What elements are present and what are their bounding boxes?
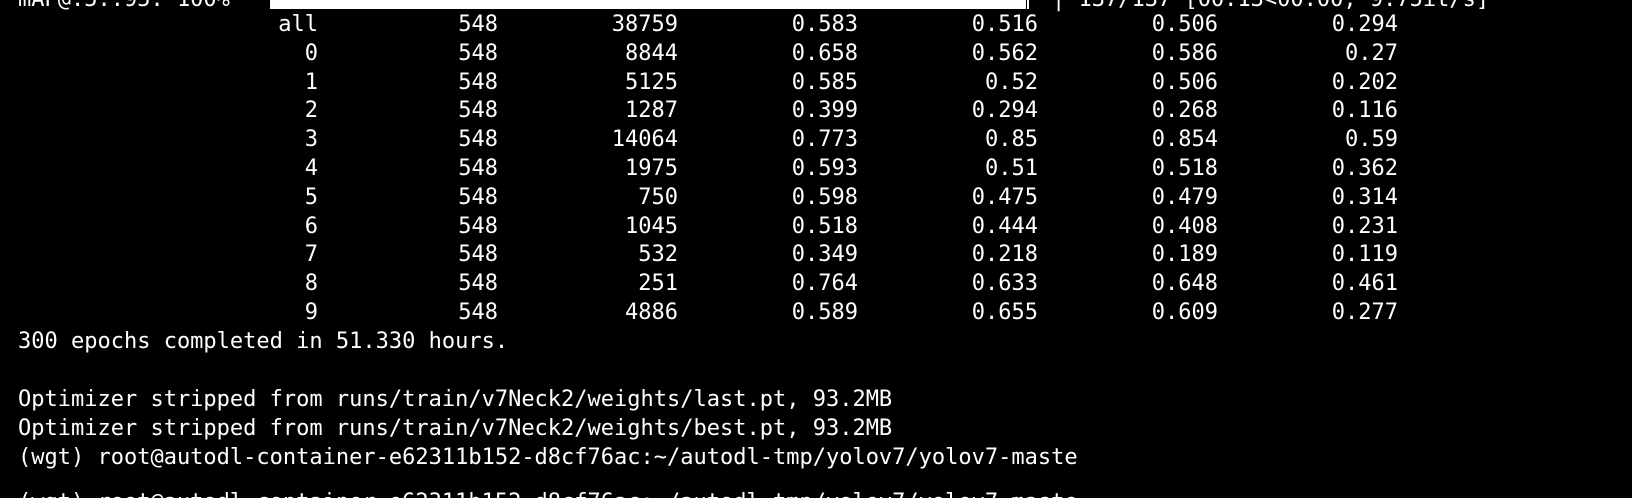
progress-line: mAP@.5:.95: 100% | 137/137 [00:13<00:00,… <box>0 0 1489 15</box>
images-cell: 548 <box>458 300 498 325</box>
map50-cell: 0.268 <box>1151 98 1218 124</box>
class-cell: 7 <box>304 242 318 268</box>
labels-cell: 14064 <box>611 127 678 153</box>
precision-cell: 0.773 <box>791 127 858 153</box>
images-cell: 548 <box>458 184 498 210</box>
class-cell: 2 <box>304 98 318 124</box>
labels-cell: 1045 <box>625 213 678 239</box>
class-cell: 9 <box>304 300 318 325</box>
map50-cell: 0.479 <box>1151 184 1218 210</box>
precision-cell: 0.349 <box>791 242 858 268</box>
images-cell: 548 <box>458 69 498 95</box>
map50-95-cell: 0.116 <box>1331 98 1398 124</box>
labels-cell: 1975 <box>625 156 678 181</box>
class-cell: 0 <box>304 40 318 66</box>
progress-bar-fill <box>270 0 1026 9</box>
images-cell: 548 <box>458 242 498 268</box>
shell-prompt-partial: (wgt) root@autodl-container-e62311b152-d… <box>18 488 1078 498</box>
recall-cell: 0.444 <box>971 213 1038 239</box>
map50-cell: 0.408 <box>1151 213 1218 239</box>
map50-95-cell: 0.27 <box>1345 40 1398 66</box>
recall-cell: 0.85 <box>985 127 1038 153</box>
recall-cell: 0.475 <box>971 184 1038 210</box>
labels-cell: 532 <box>638 242 678 268</box>
class-cell: 1 <box>304 69 318 95</box>
recall-cell: 0.218 <box>971 242 1038 268</box>
map50-cell: 0.189 <box>1151 242 1218 268</box>
recall-cell: 0.516 <box>971 12 1038 37</box>
map50-cell: 0.506 <box>1151 12 1218 37</box>
class-cell: all <box>278 12 318 37</box>
map50-95-cell: 0.59 <box>1345 127 1398 153</box>
map50-95-cell: 0.119 <box>1331 242 1398 268</box>
recall-cell: 0.51 <box>985 156 1038 181</box>
recall-cell: 0.52 <box>985 69 1038 95</box>
class-cell: 3 <box>304 127 318 153</box>
precision-cell: 0.583 <box>791 12 858 37</box>
labels-cell: 8844 <box>625 40 678 66</box>
labels-cell: 1287 <box>625 98 678 124</box>
precision-cell: 0.764 <box>791 271 858 297</box>
epochs-completed-message: 300 epochs completed in 51.330 hours. <box>18 329 509 354</box>
terminal-window[interactable]: mAP@.5:.95: 100% | 137/137 [00:13<00:00,… <box>0 0 1632 498</box>
map50-95-cell: 0.277 <box>1331 300 1398 325</box>
precision-cell: 0.399 <box>791 98 858 124</box>
recall-cell: 0.633 <box>971 271 1038 297</box>
map50-cell: 0.609 <box>1151 300 1218 325</box>
shell-prompt[interactable]: (wgt) root@autodl-container-e62311b152-d… <box>18 443 1078 473</box>
class-cell: 4 <box>304 156 318 181</box>
labels-cell: 4886 <box>625 300 678 325</box>
labels-cell: 750 <box>638 184 678 210</box>
recall-cell: 0.294 <box>971 98 1038 124</box>
map50-95-cell: 0.202 <box>1331 69 1398 95</box>
images-cell: 548 <box>458 12 498 37</box>
precision-cell: 0.598 <box>791 184 858 210</box>
map50-cell: 0.518 <box>1151 156 1218 181</box>
images-cell: 548 <box>458 213 498 239</box>
map50-95-cell: 0.294 <box>1331 12 1398 37</box>
class-cell: 5 <box>304 184 318 210</box>
map50-cell: 0.586 <box>1151 40 1218 66</box>
images-cell: 548 <box>458 98 498 124</box>
labels-cell: 5125 <box>625 69 678 95</box>
labels-cell: 251 <box>638 271 678 297</box>
images-cell: 548 <box>458 271 498 297</box>
recall-cell: 0.655 <box>971 300 1038 325</box>
progress-bar-edge <box>1027 0 1029 9</box>
class-cell: 6 <box>304 213 318 239</box>
precision-cell: 0.518 <box>791 213 858 239</box>
precision-cell: 0.658 <box>791 40 858 66</box>
map50-95-cell: 0.461 <box>1331 271 1398 297</box>
recall-cell: 0.562 <box>971 40 1038 66</box>
map50-95-cell: 0.362 <box>1331 156 1398 181</box>
optimizer-stripped-best-message: Optimizer stripped from runs/train/v7Nec… <box>18 416 893 441</box>
images-cell: 548 <box>458 156 498 181</box>
images-cell: 548 <box>458 127 498 153</box>
precision-cell: 0.589 <box>791 300 858 325</box>
precision-cell: 0.585 <box>791 69 858 95</box>
map50-95-cell: 0.314 <box>1331 184 1398 210</box>
optimizer-stripped-last-message: Optimizer stripped from runs/train/v7Nec… <box>18 387 893 412</box>
map50-95-cell: 0.231 <box>1331 213 1398 239</box>
map50-cell: 0.648 <box>1151 271 1218 297</box>
map50-cell: 0.854 <box>1151 127 1218 153</box>
images-cell: 548 <box>458 40 498 66</box>
labels-cell: 38759 <box>611 12 678 37</box>
precision-cell: 0.593 <box>791 156 858 181</box>
map50-cell: 0.506 <box>1151 69 1218 95</box>
class-cell: 8 <box>304 271 318 297</box>
